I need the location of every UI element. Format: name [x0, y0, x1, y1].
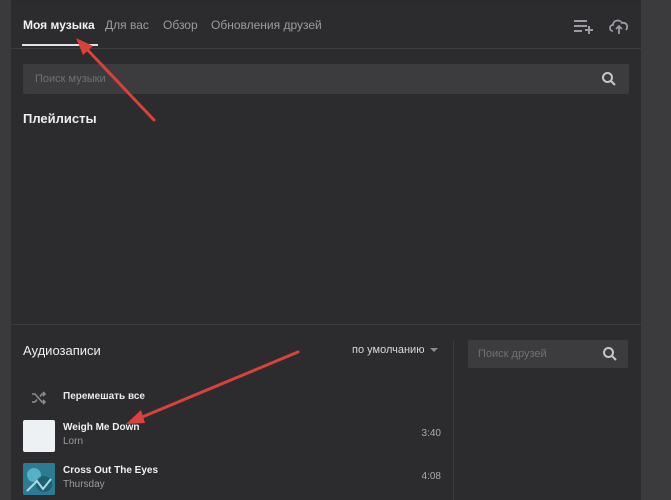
music-panel: Моя музыка Для вас Обзор Обновления друз… [11, 4, 641, 500]
tab-friends-updates[interactable]: Обновления друзей [211, 18, 322, 32]
search-icon[interactable] [602, 346, 618, 362]
sort-label: по умолчанию [352, 344, 425, 356]
track-duration: 3:40 [421, 428, 441, 439]
tab-my-music[interactable]: Моя музыка [23, 18, 95, 32]
chevron-down-icon [430, 348, 439, 353]
playlist-add-icon[interactable] [573, 16, 595, 36]
shuffle-icon [31, 390, 47, 406]
music-search-placeholder: Поиск музыки [35, 73, 106, 85]
tab-for-you[interactable]: Для вас [105, 18, 149, 32]
cloud-upload-icon[interactable] [608, 16, 630, 36]
audio-heading: Аудиозаписи [23, 343, 101, 358]
friends-search-placeholder: Поиск друзей [478, 348, 547, 360]
track-title: Weigh Me Down [63, 422, 140, 433]
left-gutter [0, 0, 11, 500]
active-tab-underline [22, 44, 98, 46]
music-search-field[interactable]: Поиск музыки [23, 64, 629, 94]
shuffle-all-label: Перемешать все [63, 391, 145, 402]
track-duration: 4:08 [421, 471, 441, 482]
tab-bar: Моя музыка Для вас Обзор Обновления друз… [11, 4, 641, 49]
track-title: Cross Out The Eyes [63, 465, 159, 476]
column-separator [453, 340, 454, 500]
track-artist[interactable]: Thursday [63, 479, 105, 490]
tab-overview[interactable]: Обзор [163, 18, 198, 32]
track-row[interactable]: Cross Out The Eyes Thursday 4:08 [23, 459, 443, 499]
album-cover [23, 420, 55, 452]
album-cover [23, 463, 55, 495]
shuffle-all-button[interactable]: Перемешать все [23, 384, 443, 412]
right-gutter [641, 0, 671, 500]
track-artist[interactable]: Lorn [63, 436, 83, 447]
search-icon[interactable] [601, 71, 617, 87]
section-divider [11, 324, 641, 325]
app-window: Моя музыка Для вас Обзор Обновления друз… [0, 0, 671, 500]
sort-dropdown[interactable]: по умолчанию [352, 344, 439, 356]
track-row[interactable]: Weigh Me Down Lorn 3:40 [23, 416, 443, 456]
playlists-heading: Плейлисты [23, 111, 97, 126]
friends-search-field[interactable]: Поиск друзей [468, 340, 628, 368]
